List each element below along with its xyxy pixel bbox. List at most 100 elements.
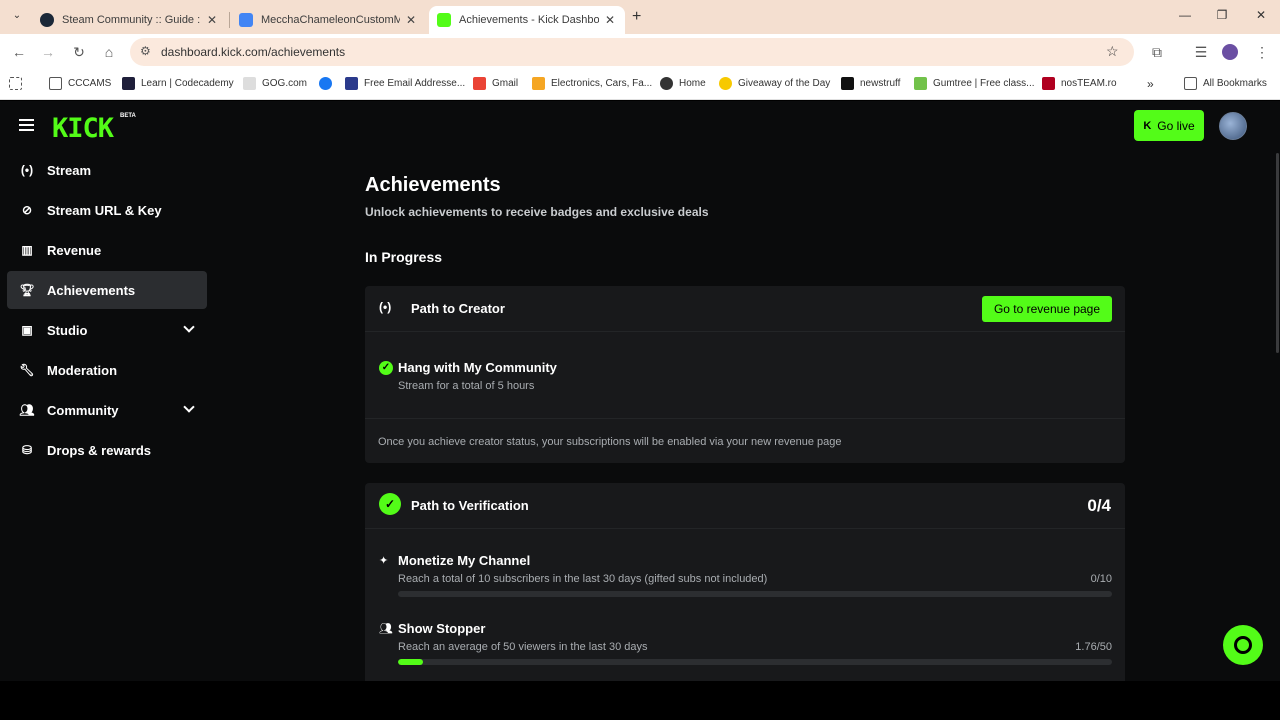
restore-icon[interactable]: ❐ <box>1212 8 1232 22</box>
sidebar-item-label: Drops & rewards <box>47 442 152 458</box>
bookmark-item[interactable]: Electronics, Cars, Fa... <box>532 77 652 90</box>
extensions-icon[interactable]: ⧉ <box>1147 43 1167 61</box>
bookmark-item[interactable]: Gumtree | Free class... <box>914 77 1035 90</box>
bookmark-label: All Bookmarks <box>1203 78 1267 89</box>
achievement-title: Hang with My Community <box>398 360 557 375</box>
bookmark-star-icon[interactable]: ☆ <box>1106 43 1119 60</box>
sidebar-item-studio[interactable]: ▣ Studio <box>7 311 207 349</box>
tab-search-icon[interactable]: ⌄ <box>9 10 25 24</box>
sidebar-item-drops-rewards[interactable]: ⛁ Drops & rewards <box>7 431 207 469</box>
progress-text: 0/10 <box>1090 573 1112 585</box>
bookmark-label: Learn | Codecademy <box>141 78 234 89</box>
progress-text: 1.76/50 <box>1075 641 1112 653</box>
codecademy-icon <box>122 77 135 90</box>
bookmark-item[interactable]: GOG.com <box>243 77 307 90</box>
tab-title: Steam Community :: Guide :: Ho <box>62 14 201 26</box>
bookmark-item[interactable]: newstruff <box>841 77 900 90</box>
reload-icon[interactable]: ↻ <box>69 43 89 61</box>
bookmark-item[interactable]: CCCAMS <box>49 77 111 90</box>
globe-icon <box>660 77 673 90</box>
minimize-icon[interactable]: — <box>1175 8 1195 22</box>
sidebar-item-stream[interactable]: (•) Stream <box>7 151 207 189</box>
verified-badge-icon: ✓ <box>379 493 401 515</box>
bookmark-label: Free Email Addresse... <box>364 78 466 89</box>
kick-icon <box>437 13 451 27</box>
scrollbar[interactable] <box>1276 153 1279 353</box>
bookmark-label: Gumtree | Free class... <box>933 78 1035 89</box>
kick-logo[interactable]: KICK <box>52 113 114 144</box>
achievement-description: Reach an average of 50 viewers in the la… <box>398 641 648 653</box>
progress-fill <box>398 659 424 665</box>
tab-docs[interactable]: MecchaChameleonCustomMod ✕ <box>231 6 426 34</box>
sidebar-item-stream-url-key[interactable]: ⊘ Stream URL & Key <box>7 191 207 229</box>
card-header: ✓ Path to Verification 0/4 <box>365 483 1125 529</box>
sidebar-item-label: Moderation <box>47 362 118 378</box>
bookmark-item[interactable]: Gmail <box>473 77 518 90</box>
sidebar-item-revenue[interactable]: ▥ Revenue <box>7 231 207 269</box>
go-to-revenue-button[interactable]: Go to revenue page <box>982 296 1112 322</box>
link-icon: ⊘ <box>21 203 33 217</box>
gift-site-icon <box>719 77 732 90</box>
bookmark-item[interactable] <box>319 77 338 90</box>
sidebar-item-label: Stream <box>47 162 92 178</box>
address-bar[interactable]: ⚙ dashboard.kick.com/achievements ☆ <box>130 38 1134 66</box>
kick-icon: K <box>1143 119 1152 132</box>
site-info-icon[interactable]: ⚙ <box>140 44 151 58</box>
forward-icon[interactable]: → <box>38 43 58 61</box>
bookmark-item[interactable]: nosTEAM.ro <box>1042 77 1117 90</box>
sidebar-item-achievements[interactable]: 🏆︎ Achievements <box>7 271 207 309</box>
apps-icon[interactable] <box>9 77 28 90</box>
bookmark-label: CCCAMS <box>68 78 112 89</box>
menu-icon[interactable]: ⋮ <box>1252 43 1272 61</box>
broadcast-icon: (•) <box>379 300 392 314</box>
avatar[interactable] <box>1219 112 1247 140</box>
menu-icon[interactable] <box>19 119 34 131</box>
folder-icon <box>49 77 62 90</box>
tab-steam[interactable]: Steam Community :: Guide :: Ho ✕ <box>32 6 227 34</box>
bookmark-item[interactable]: Giveaway of the Day <box>719 77 830 90</box>
sidebar-item-moderation[interactable]: 🔧︎ Moderation <box>7 351 207 389</box>
bookmark-item[interactable]: Home <box>660 77 706 90</box>
chevron-down-icon[interactable] <box>183 321 195 333</box>
studio-icon: ▣ <box>21 323 33 337</box>
all-bookmarks[interactable]: All Bookmarks <box>1184 77 1267 90</box>
sidebar-item-community[interactable]: 👥︎ Community <box>7 391 207 429</box>
close-window-icon[interactable]: ✕ <box>1251 8 1271 22</box>
viewers-icon: 👥︎ <box>379 623 393 635</box>
trophy-icon: 🏆︎ <box>19 283 35 297</box>
media-icon[interactable]: ☰ <box>1191 43 1211 61</box>
go-live-label: Go live <box>1157 118 1195 133</box>
help-chat-button[interactable] <box>1223 625 1263 665</box>
gumtree-icon <box>914 77 927 90</box>
creator-note: Once you achieve creator status, your su… <box>378 436 842 448</box>
chevron-down-icon[interactable] <box>183 401 195 413</box>
home-icon[interactable]: ⌂ <box>99 43 119 61</box>
users-icon: 👥︎ <box>19 403 35 417</box>
sidebar-item-label: Community <box>47 402 119 418</box>
facebook-icon <box>319 77 332 90</box>
bookmarks-overflow[interactable]: » <box>1147 77 1154 91</box>
beta-badge: BETA <box>120 113 136 119</box>
achievement-title: Monetize My Channel <box>398 553 531 568</box>
new-tab-button[interactable]: + <box>632 8 641 26</box>
steam-icon <box>40 13 54 27</box>
divider <box>365 418 1125 419</box>
back-icon[interactable]: ← <box>9 43 29 61</box>
bookmark-item[interactable]: Learn | Codecademy <box>122 77 234 90</box>
card-header: (•) Path to Creator Go to revenue page <box>365 286 1125 332</box>
bookmark-label: Gmail <box>492 78 519 89</box>
profile-icon[interactable] <box>1222 44 1238 60</box>
achievement-description: Stream for a total of 5 hours <box>398 380 535 392</box>
go-live-button[interactable]: K Go live <box>1134 110 1204 141</box>
sidebar-item-label: Achievements <box>47 282 136 298</box>
close-tab-icon[interactable]: ✕ <box>404 13 418 27</box>
newstruff-icon <box>841 77 854 90</box>
sidebar-item-label: Studio <box>47 322 88 338</box>
gog-icon <box>243 77 256 90</box>
nosteam-icon <box>1042 77 1055 90</box>
close-tab-icon[interactable]: ✕ <box>205 13 219 27</box>
bookmark-item[interactable]: Free Email Addresse... <box>345 77 465 90</box>
close-tab-icon[interactable]: ✕ <box>603 13 617 27</box>
tab-kick[interactable]: Achievements - Kick Dashboard ✕ <box>429 6 625 34</box>
tab-title: Achievements - Kick Dashboard <box>459 14 599 26</box>
